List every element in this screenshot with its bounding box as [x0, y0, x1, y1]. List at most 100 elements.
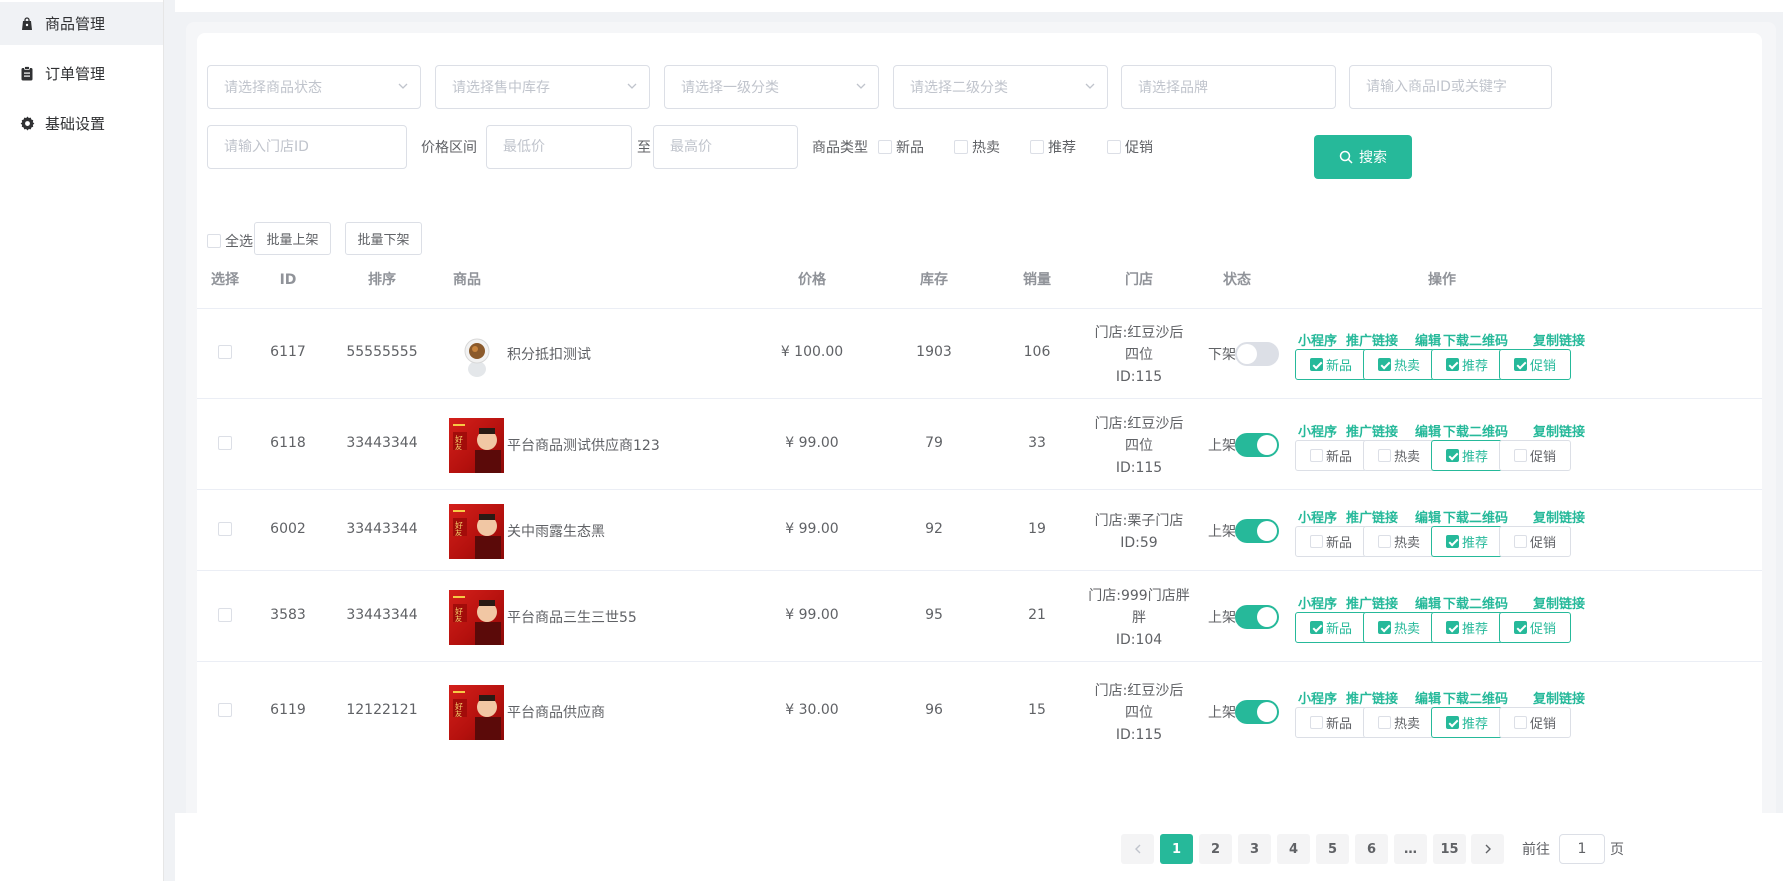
op-link-1[interactable]: 推广链接 [1346, 507, 1398, 526]
op-link-2[interactable]: 编辑 [1415, 688, 1441, 707]
svg-text:友: 友 [455, 442, 462, 451]
status-select[interactable]: 请选择商品状态 [207, 65, 421, 109]
op-tag-0[interactable]: 新品 [1295, 707, 1367, 738]
op-tag-3[interactable]: 促销 [1499, 612, 1571, 643]
page-button[interactable]: 15 [1433, 834, 1466, 864]
op-tag-2[interactable]: 推荐 [1431, 440, 1503, 471]
op-link-4[interactable]: 复制链接 [1533, 593, 1585, 612]
op-tag-3[interactable]: 促销 [1499, 349, 1571, 380]
store-line: 门店:红豆沙后 [1094, 683, 1184, 699]
max-price-input[interactable] [653, 125, 798, 169]
row-checkbox[interactable] [218, 345, 232, 359]
op-link-4[interactable]: 复制链接 [1533, 421, 1585, 440]
status-toggle[interactable] [1235, 605, 1279, 629]
op-tag-3[interactable]: 促销 [1499, 526, 1571, 557]
op-tag-0[interactable]: 新品 [1295, 440, 1367, 471]
op-tag-1[interactable]: 热卖 [1363, 349, 1435, 380]
goto-page-input[interactable] [1559, 834, 1605, 864]
batch-down-button[interactable]: 批量下架 [345, 222, 422, 255]
page-button[interactable]: 1 [1160, 834, 1193, 864]
page-button[interactable]: 5 [1316, 834, 1349, 864]
status-toggle[interactable] [1235, 342, 1279, 366]
op-link-1[interactable]: 推广链接 [1346, 593, 1398, 612]
op-tag-3[interactable]: 促销 [1499, 707, 1571, 738]
page-button[interactable]: 4 [1277, 834, 1310, 864]
page-button[interactable]: 3 [1238, 834, 1271, 864]
th-price: 价格 [798, 272, 826, 288]
op-tag-1[interactable]: 热卖 [1363, 440, 1435, 471]
store-id-input[interactable] [207, 125, 407, 169]
content-panel: 请选择商品状态 请选择售中库存 请选择一级分类 请选择二级分类 请选择品牌 价格… [186, 22, 1776, 881]
op-link-2[interactable]: 编辑 [1415, 593, 1441, 612]
sidebar-item-products[interactable]: 商品管理 [0, 2, 163, 45]
search-button[interactable]: 搜索 [1314, 135, 1412, 179]
bag-icon [19, 16, 35, 32]
sidebar-item-orders[interactable]: 订单管理 [0, 52, 163, 95]
op-link-1[interactable]: 推广链接 [1346, 688, 1398, 707]
op-link-3[interactable]: 下载二维码 [1443, 688, 1508, 707]
op-link-2[interactable]: 编辑 [1415, 330, 1441, 349]
op-tag-1[interactable]: 热卖 [1363, 526, 1435, 557]
op-tag-0[interactable]: 新品 [1295, 526, 1367, 557]
op-link-0[interactable]: 小程序 [1298, 593, 1337, 612]
stock-select[interactable]: 请选择售中库存 [435, 65, 650, 109]
type-hot-checkbox[interactable]: 热卖 [954, 137, 1000, 157]
op-link-1[interactable]: 推广链接 [1346, 330, 1398, 349]
op-tag-2[interactable]: 推荐 [1431, 526, 1503, 557]
op-tag-0[interactable]: 新品 [1295, 349, 1367, 380]
op-tag-1[interactable]: 热卖 [1363, 707, 1435, 738]
op-tag-2[interactable]: 推荐 [1431, 349, 1503, 380]
select-all-checkbox[interactable]: 全选 [207, 231, 253, 251]
type-recommend-checkbox[interactable]: 推荐 [1030, 137, 1076, 157]
page-button[interactable]: 2 [1199, 834, 1232, 864]
product-name[interactable]: 积分抵扣测试 [507, 344, 591, 364]
product-name[interactable]: 关中雨露生态黑 [507, 521, 605, 541]
op-tag-0[interactable]: 新品 [1295, 612, 1367, 643]
chevron-down-icon [1085, 83, 1095, 89]
row-checkbox[interactable] [218, 522, 232, 536]
op-tag-2[interactable]: 推荐 [1431, 707, 1503, 738]
row-checkbox[interactable] [218, 436, 232, 450]
store-line: 四位 [1125, 347, 1153, 363]
op-link-0[interactable]: 小程序 [1298, 507, 1337, 526]
op-tag-2[interactable]: 推荐 [1431, 612, 1503, 643]
type-promo-checkbox[interactable]: 促销 [1107, 137, 1153, 157]
op-link-4[interactable]: 复制链接 [1533, 688, 1585, 707]
batch-up-button[interactable]: 批量上架 [254, 222, 331, 255]
th-id: ID [279, 272, 297, 288]
sidebar-item-settings[interactable]: 基础设置 [0, 102, 163, 145]
row-checkbox[interactable] [218, 703, 232, 717]
op-tag-3[interactable]: 促销 [1499, 440, 1571, 471]
keyword-input[interactable] [1349, 65, 1552, 109]
prev-page-button[interactable] [1121, 834, 1154, 864]
status-toggle[interactable] [1235, 433, 1279, 457]
clipboard-icon [19, 66, 35, 82]
op-link-0[interactable]: 小程序 [1298, 688, 1337, 707]
category2-select[interactable]: 请选择二级分类 [893, 65, 1108, 109]
product-name[interactable]: 平台商品供应商 [507, 702, 605, 722]
op-link-4[interactable]: 复制链接 [1533, 507, 1585, 526]
category1-select[interactable]: 请选择一级分类 [664, 65, 879, 109]
op-link-3[interactable]: 下载二维码 [1443, 421, 1508, 440]
op-link-1[interactable]: 推广链接 [1346, 421, 1398, 440]
row-checkbox[interactable] [218, 608, 232, 622]
op-link-3[interactable]: 下载二维码 [1443, 330, 1508, 349]
product-name[interactable]: 平台商品三生三世55 [507, 607, 637, 627]
status-toggle[interactable] [1235, 700, 1279, 724]
op-link-2[interactable]: 编辑 [1415, 421, 1441, 440]
op-link-0[interactable]: 小程序 [1298, 421, 1337, 440]
page-button[interactable]: 6 [1355, 834, 1388, 864]
status-toggle[interactable] [1235, 519, 1279, 543]
page-button[interactable]: … [1394, 834, 1427, 864]
op-link-0[interactable]: 小程序 [1298, 330, 1337, 349]
op-tag-1[interactable]: 热卖 [1363, 612, 1435, 643]
op-link-3[interactable]: 下载二维码 [1443, 507, 1508, 526]
op-link-4[interactable]: 复制链接 [1533, 330, 1585, 349]
next-page-button[interactable] [1471, 834, 1504, 864]
product-name[interactable]: 平台商品测试供应商123 [507, 435, 660, 455]
op-link-3[interactable]: 下载二维码 [1443, 593, 1508, 612]
op-link-2[interactable]: 编辑 [1415, 507, 1441, 526]
brand-select[interactable]: 请选择品牌 [1121, 65, 1336, 109]
min-price-input[interactable] [486, 125, 632, 169]
type-new-checkbox[interactable]: 新品 [878, 137, 924, 157]
